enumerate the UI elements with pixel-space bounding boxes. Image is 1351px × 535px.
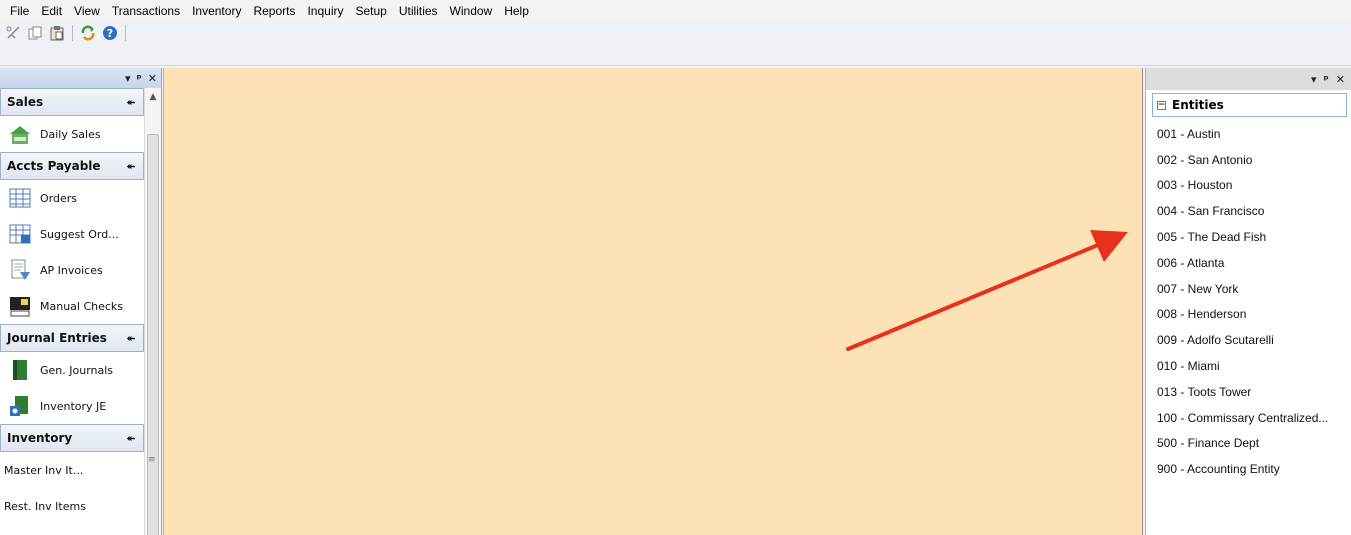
scroll-thumb[interactable] (147, 134, 159, 535)
nav-item-label: AP Invoices (40, 263, 103, 277)
menu-inquiry[interactable]: Inquiry (301, 0, 349, 22)
entities-title: Entities (1172, 98, 1224, 112)
collapse-chevron-icon[interactable]: ⯬ (127, 433, 135, 444)
close-icon[interactable]: ✕ (148, 72, 157, 85)
entity-item[interactable]: 005 - The Dead Fish (1157, 224, 1351, 250)
menu-bar: File Edit View Transactions Inventory Re… (0, 0, 1351, 22)
menu-inventory[interactable]: Inventory (186, 0, 247, 22)
close-icon[interactable]: ✕ (1336, 73, 1345, 86)
entity-item[interactable]: 001 - Austin (1157, 121, 1351, 147)
group-accts-payable-header[interactable]: Accts Payable ⯬ (0, 152, 144, 180)
group-accts-payable-title: Accts Payable (7, 159, 101, 173)
toolbar-separator (72, 25, 73, 41)
nav-item-master-inv-items[interactable]: Master Inv It... (0, 452, 144, 488)
suggest-order-icon (9, 224, 31, 244)
manual-checks-icon (10, 297, 30, 317)
nav-item-inventory-je[interactable]: Inventory JE (0, 388, 144, 424)
group-inventory-title: Inventory (7, 431, 73, 445)
menu-setup[interactable]: Setup (350, 0, 393, 22)
nav-item-label: Manual Checks (40, 299, 124, 313)
entity-item[interactable]: 004 - San Francisco (1157, 198, 1351, 224)
entity-item[interactable]: 100 - Commissary Centralized... (1157, 405, 1351, 431)
entity-item[interactable]: 003 - Houston (1157, 173, 1351, 199)
nav-item-label: Gen. Journals (40, 363, 114, 377)
collapse-chevron-icon[interactable]: ⯬ (127, 333, 135, 344)
dropdown-icon[interactable]: ▾ (1311, 73, 1317, 86)
entity-item[interactable]: 007 - New York (1157, 276, 1351, 302)
dropdown-icon[interactable]: ▾ (125, 72, 131, 85)
nav-item-daily-sales[interactable]: Daily Sales (0, 116, 144, 152)
entities-tree-header[interactable]: − Entities (1152, 93, 1347, 117)
nav-item-manual-checks[interactable]: Manual Checks (0, 288, 144, 324)
left-panel-caption: ▾ ᵖ ✕ (0, 68, 161, 88)
nav-item-orders[interactable]: Orders (0, 180, 144, 216)
group-sales-header[interactable]: Sales ⯬ (0, 88, 144, 116)
menu-reports[interactable]: Reports (247, 0, 301, 22)
menu-transactions[interactable]: Transactions (106, 0, 186, 22)
toolbar-separator (125, 25, 126, 41)
nav-item-label: Rest. Inv Items (4, 499, 86, 513)
menu-utilities[interactable]: Utilities (393, 0, 444, 22)
gen-journals-icon (13, 360, 27, 380)
left-nav-panel: ▾ ᵖ ✕ Sales ⯬ Daily Sales Accts Payable … (0, 68, 162, 535)
collapse-chevron-icon[interactable]: ⯬ (127, 97, 135, 108)
entity-item[interactable]: 010 - Miami (1157, 353, 1351, 379)
entity-item[interactable]: 008 - Henderson (1157, 302, 1351, 328)
vertical-scrollbar[interactable]: ▲ ≡ (144, 88, 161, 535)
menu-help[interactable]: Help (498, 0, 535, 22)
entity-item[interactable]: 900 - Accounting Entity (1157, 456, 1351, 482)
scroll-grip-icon: ≡ (148, 455, 156, 465)
entity-item[interactable]: 009 - Adolfo Scutarelli (1157, 327, 1351, 353)
nav-item-suggest-orders[interactable]: Suggest Ord... (0, 216, 144, 252)
refresh-icon[interactable] (79, 24, 97, 42)
toolbar: ? (0, 22, 1351, 66)
daily-sales-icon (10, 126, 30, 144)
orders-icon (9, 188, 31, 208)
nav-item-rest-inv-items[interactable]: Rest. Inv Items (0, 488, 144, 524)
nav-item-ap-invoices[interactable]: AP Invoices (0, 252, 144, 288)
entity-list: 001 - Austin 002 - San Antonio 003 - Hou… (1157, 121, 1351, 482)
right-panel-caption: ▾ ᵖ ✕ (1146, 68, 1351, 90)
nav-list: Sales ⯬ Daily Sales Accts Payable ⯬ Orde… (0, 88, 144, 524)
nav-item-label: Inventory JE (40, 399, 107, 413)
menu-window[interactable]: Window (444, 0, 499, 22)
nav-item-label: Orders (40, 191, 77, 205)
pin-icon[interactable]: ᵖ (137, 72, 142, 85)
menu-edit[interactable]: Edit (35, 0, 68, 22)
collapse-minus-icon[interactable]: − (1157, 100, 1166, 110)
entity-item[interactable]: 013 - Toots Tower (1157, 379, 1351, 405)
group-inventory-header[interactable]: Inventory ⯬ (0, 424, 144, 452)
entity-item[interactable]: 002 - San Antonio (1157, 147, 1351, 173)
group-journal-entries-title: Journal Entries (7, 331, 107, 345)
menu-file[interactable]: File (4, 0, 35, 22)
nav-item-label: Master Inv It... (4, 463, 84, 477)
group-sales-title: Sales (7, 95, 44, 109)
collapse-chevron-icon[interactable]: ⯬ (127, 161, 135, 172)
entities-panel: ▾ ᵖ ✕ − Entities 001 - Austin 002 - San … (1145, 68, 1351, 535)
help-icon[interactable]: ? (101, 24, 119, 42)
copy-icon[interactable] (26, 24, 44, 42)
workspace-area (163, 68, 1143, 535)
scroll-up-icon[interactable]: ▲ (145, 88, 161, 105)
ap-invoices-icon (11, 259, 30, 280)
nav-item-gen-journals[interactable]: Gen. Journals (0, 352, 144, 388)
inventory-je-icon (10, 396, 28, 416)
paste-icon[interactable] (48, 24, 66, 42)
entity-item[interactable]: 500 - Finance Dept (1157, 431, 1351, 457)
cut-icon[interactable] (4, 24, 22, 42)
entity-item[interactable]: 006 - Atlanta (1157, 250, 1351, 276)
group-journal-entries-header[interactable]: Journal Entries ⯬ (0, 324, 144, 352)
nav-item-label: Suggest Ord... (40, 227, 119, 241)
svg-text:?: ? (107, 27, 113, 40)
menu-view[interactable]: View (68, 0, 106, 22)
pin-icon[interactable]: ᵖ (1324, 73, 1329, 86)
nav-item-label: Daily Sales (40, 127, 101, 141)
